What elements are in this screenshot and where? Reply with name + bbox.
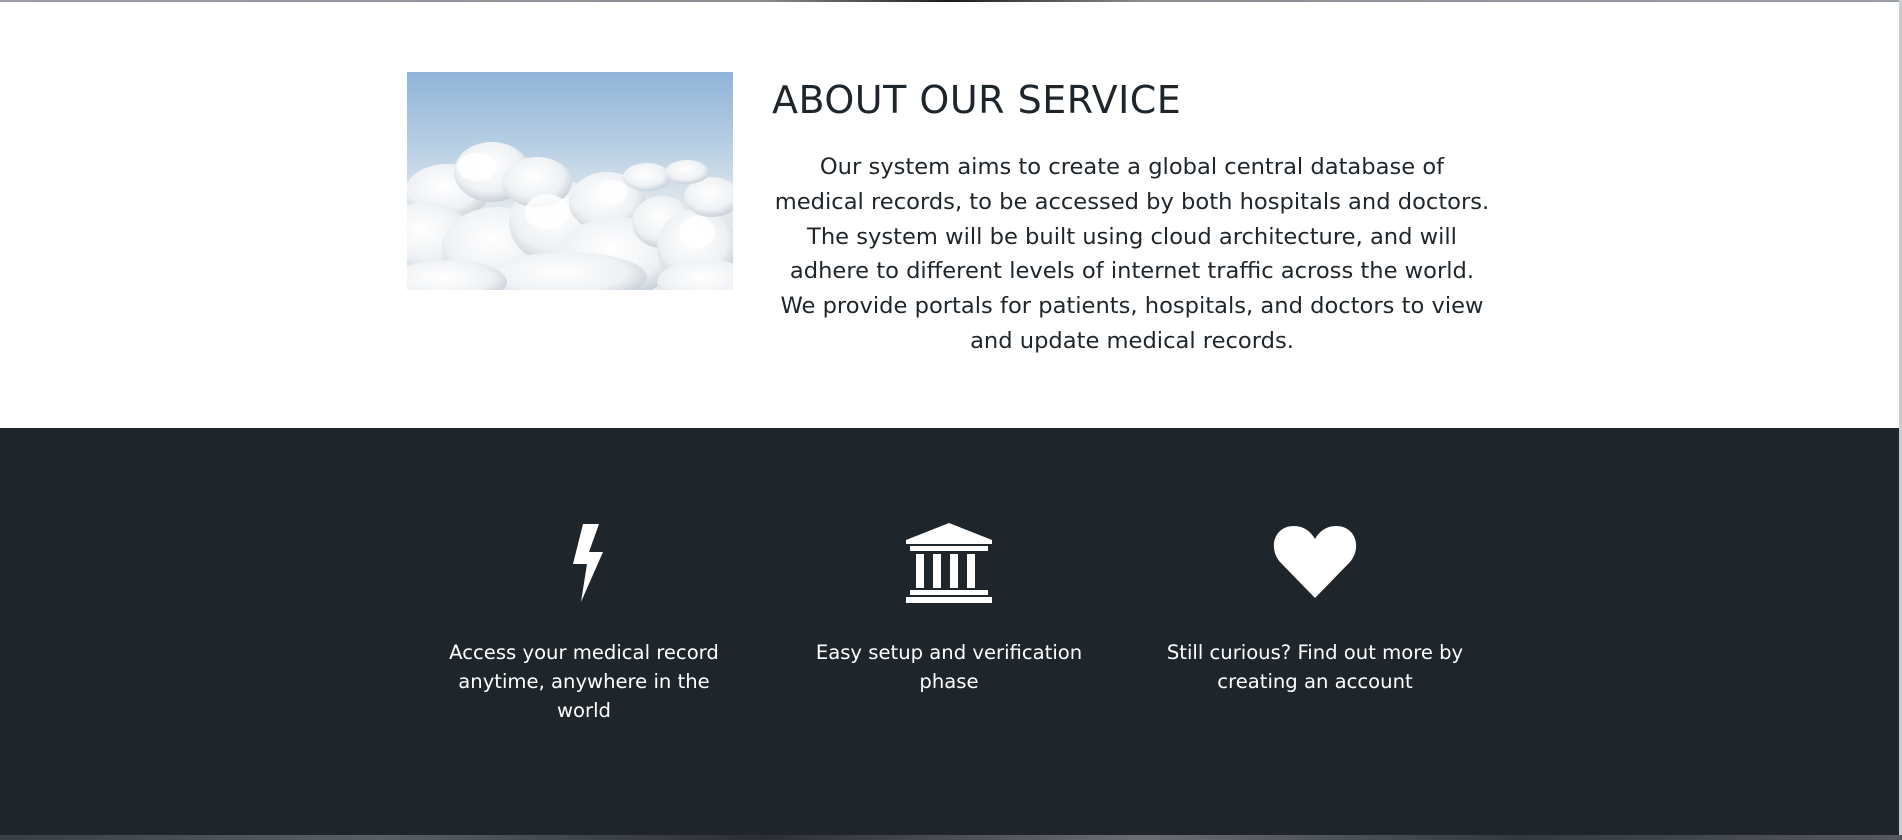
feature-text-curious: Still curious? Find out more by creating… xyxy=(1166,641,1464,693)
about-section: ABOUT OUR SERVICE Our system aims to cre… xyxy=(0,2,1899,428)
features-section: Access your medical record anytime, anyw… xyxy=(0,428,1899,835)
clouds-image xyxy=(407,72,733,290)
feature-text-access: Access your medical record anytime, anyw… xyxy=(449,641,719,722)
clouds-photo xyxy=(407,72,733,290)
feature-text-setup: Easy setup and verification phase xyxy=(815,641,1083,693)
about-description: Our system aims to create a global centr… xyxy=(774,154,1490,354)
bank-building-icon xyxy=(904,520,994,604)
heart-icon xyxy=(1270,520,1360,604)
bottom-section-edge xyxy=(0,835,1902,840)
about-title: ABOUT OUR SERVICE xyxy=(772,78,1182,122)
page: ABOUT OUR SERVICE Our system aims to cre… xyxy=(0,0,1902,840)
lightning-bolt-icon xyxy=(539,520,629,604)
